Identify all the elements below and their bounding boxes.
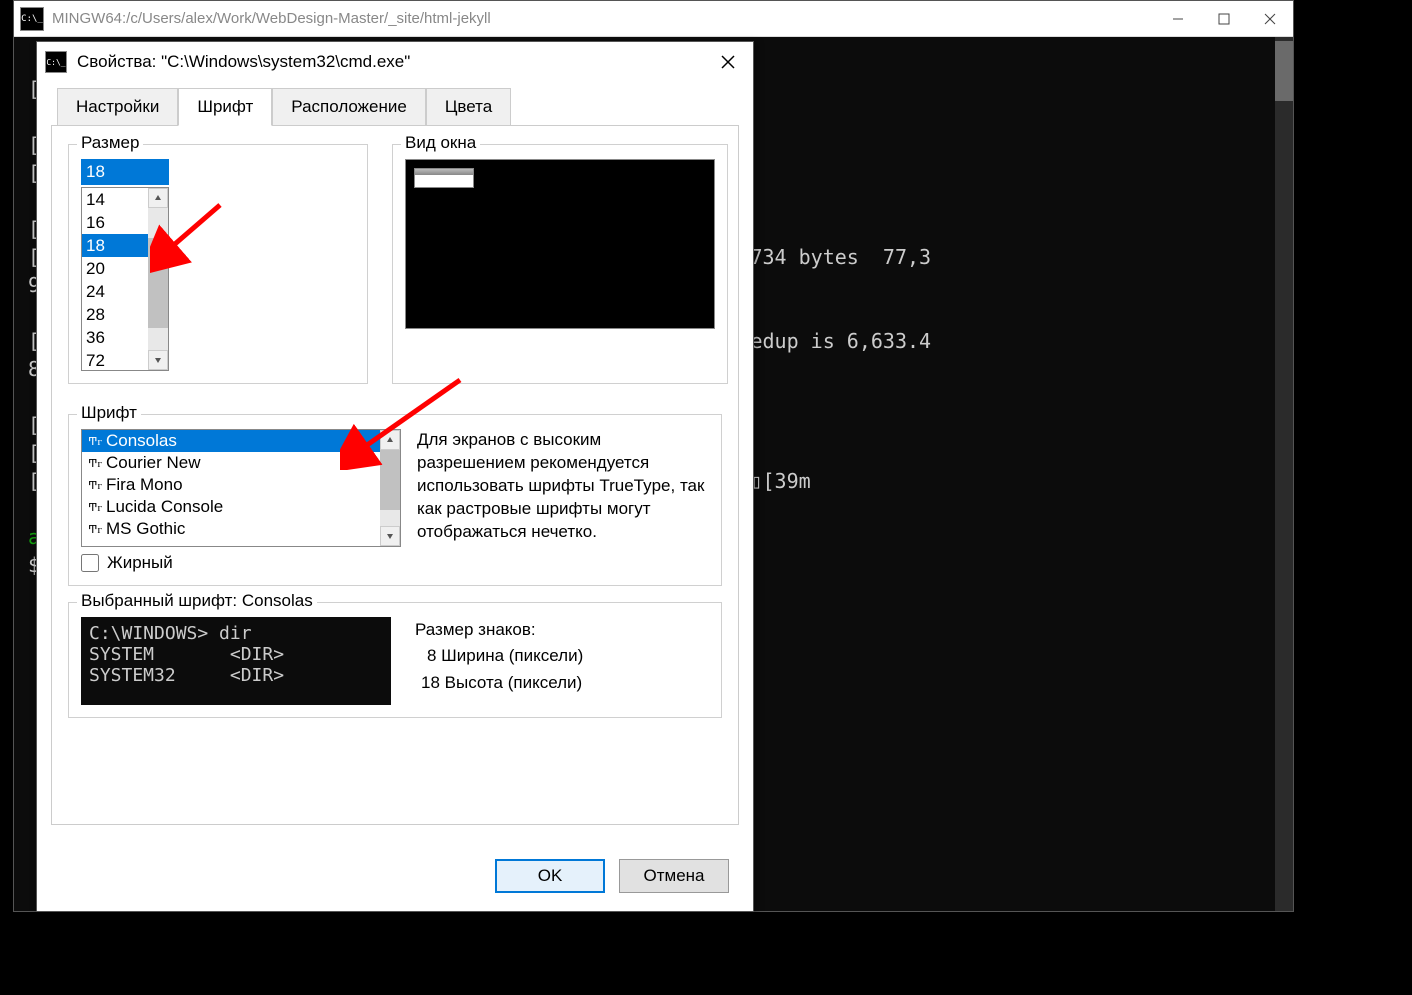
console-scrollbar[interactable]: [1275, 37, 1293, 911]
size-option[interactable]: 24: [82, 280, 148, 303]
truetype-icon: Ͳг: [88, 435, 102, 448]
properties-dialog: C:\_ Свойства: "C:\Windows\system32\cmd.…: [36, 41, 754, 912]
font-option[interactable]: ͲгCourier New: [82, 452, 380, 474]
dialog-titlebar: C:\_ Свойства: "C:\Windows\system32\cmd.…: [37, 42, 753, 82]
font-option[interactable]: ͲгLucida Console: [82, 496, 380, 518]
font-listbox[interactable]: ͲгConsolas ͲгCourier New ͲгFira Mono ͲгL…: [81, 429, 401, 547]
tab-strip: Настройки Шрифт Расположение Цвета: [37, 88, 753, 126]
bold-label: Жирный: [107, 553, 173, 573]
tab-colors[interactable]: Цвета: [426, 88, 511, 126]
main-titlebar: C:\_ MINGW64:/c/Users/alex/Work/WebDesig…: [14, 1, 1293, 37]
dialog-buttons: OK Отмена: [495, 859, 729, 893]
close-button[interactable]: [1247, 1, 1293, 37]
close-icon: [721, 55, 735, 69]
scroll-up-icon[interactable]: [148, 188, 168, 208]
font-scrollbar[interactable]: [380, 430, 400, 546]
size-option[interactable]: 14: [82, 188, 148, 211]
size-option[interactable]: 18: [82, 234, 148, 257]
selected-font-group: Выбранный шрифт: Consolas C:\WINDOWS> di…: [68, 602, 722, 718]
selected-font-label: Выбранный шрифт: Consolas: [77, 591, 317, 611]
maximize-icon: [1218, 13, 1230, 25]
dialog-close-button[interactable]: [703, 42, 753, 82]
bold-checkbox[interactable]: [81, 554, 99, 572]
size-option[interactable]: 72: [82, 349, 148, 370]
font-hint-text: Для экранов с высоким разрешением рекоме…: [417, 429, 709, 547]
tab-font[interactable]: Шрифт: [178, 88, 272, 126]
font-option[interactable]: ͲгMS Gothic: [82, 518, 380, 540]
scroll-up-icon[interactable]: [380, 430, 400, 450]
size-scrollbar[interactable]: [148, 188, 168, 370]
font-sample: C:\WINDOWS> dir SYSTEM <DIR> SYSTEM32 <D…: [81, 617, 391, 705]
minimize-icon: [1172, 13, 1184, 25]
maximize-button[interactable]: [1201, 1, 1247, 37]
size-option[interactable]: 16: [82, 211, 148, 234]
size-option[interactable]: 36: [82, 326, 148, 349]
cancel-button[interactable]: Отмена: [619, 859, 729, 893]
size-input[interactable]: [81, 159, 169, 185]
ok-button[interactable]: OK: [495, 859, 605, 893]
truetype-icon: Ͳг: [88, 523, 102, 536]
size-option[interactable]: 28: [82, 303, 148, 326]
tab-body: Размер 14 16 18 20 24 28 36 72: [51, 125, 739, 825]
preview-mini-window: [414, 168, 474, 188]
truetype-icon: Ͳг: [88, 479, 102, 492]
size-label: Размер: [77, 133, 143, 153]
font-option[interactable]: ͲгConsolas: [82, 430, 380, 452]
truetype-icon: Ͳг: [88, 457, 102, 470]
scroll-down-icon[interactable]: [380, 526, 400, 546]
size-option[interactable]: 20: [82, 257, 148, 280]
size-listbox[interactable]: 14 16 18 20 24 28 36 72: [81, 187, 169, 371]
dialog-cmd-icon: C:\_: [45, 51, 67, 73]
char-size-info: Размер знаков: 8 Ширина (пиксели) 18 Выс…: [415, 617, 583, 705]
main-window-title: MINGW64:/c/Users/alex/Work/WebDesign-Mas…: [52, 10, 1155, 27]
tab-settings[interactable]: Настройки: [57, 88, 178, 126]
truetype-icon: Ͳг: [88, 501, 102, 514]
preview-box: [405, 159, 715, 329]
close-icon: [1264, 13, 1276, 25]
size-group: Размер 14 16 18 20 24 28 36 72: [68, 144, 368, 384]
scroll-down-icon[interactable]: [148, 350, 168, 370]
preview-label: Вид окна: [401, 133, 480, 153]
dialog-title: Свойства: "C:\Windows\system32\cmd.exe": [77, 52, 703, 72]
font-label: Шрифт: [77, 403, 141, 423]
char-width-text: 8 Ширина (пиксели): [415, 643, 583, 669]
console-scroll-thumb[interactable]: [1275, 41, 1293, 101]
scroll-thumb[interactable]: [148, 238, 168, 328]
font-option[interactable]: ͲгFira Mono: [82, 474, 380, 496]
cmd-icon: C:\_: [20, 7, 44, 31]
preview-group: Вид окна: [392, 144, 728, 384]
tab-layout[interactable]: Расположение: [272, 88, 426, 126]
minimize-button[interactable]: [1155, 1, 1201, 37]
char-height-text: 18 Высота (пиксели): [415, 670, 583, 696]
font-group: Шрифт ͲгConsolas ͲгCourier New ͲгFira Mo…: [68, 414, 722, 586]
scroll-thumb[interactable]: [380, 450, 400, 510]
char-size-title: Размер знаков:: [415, 617, 583, 643]
